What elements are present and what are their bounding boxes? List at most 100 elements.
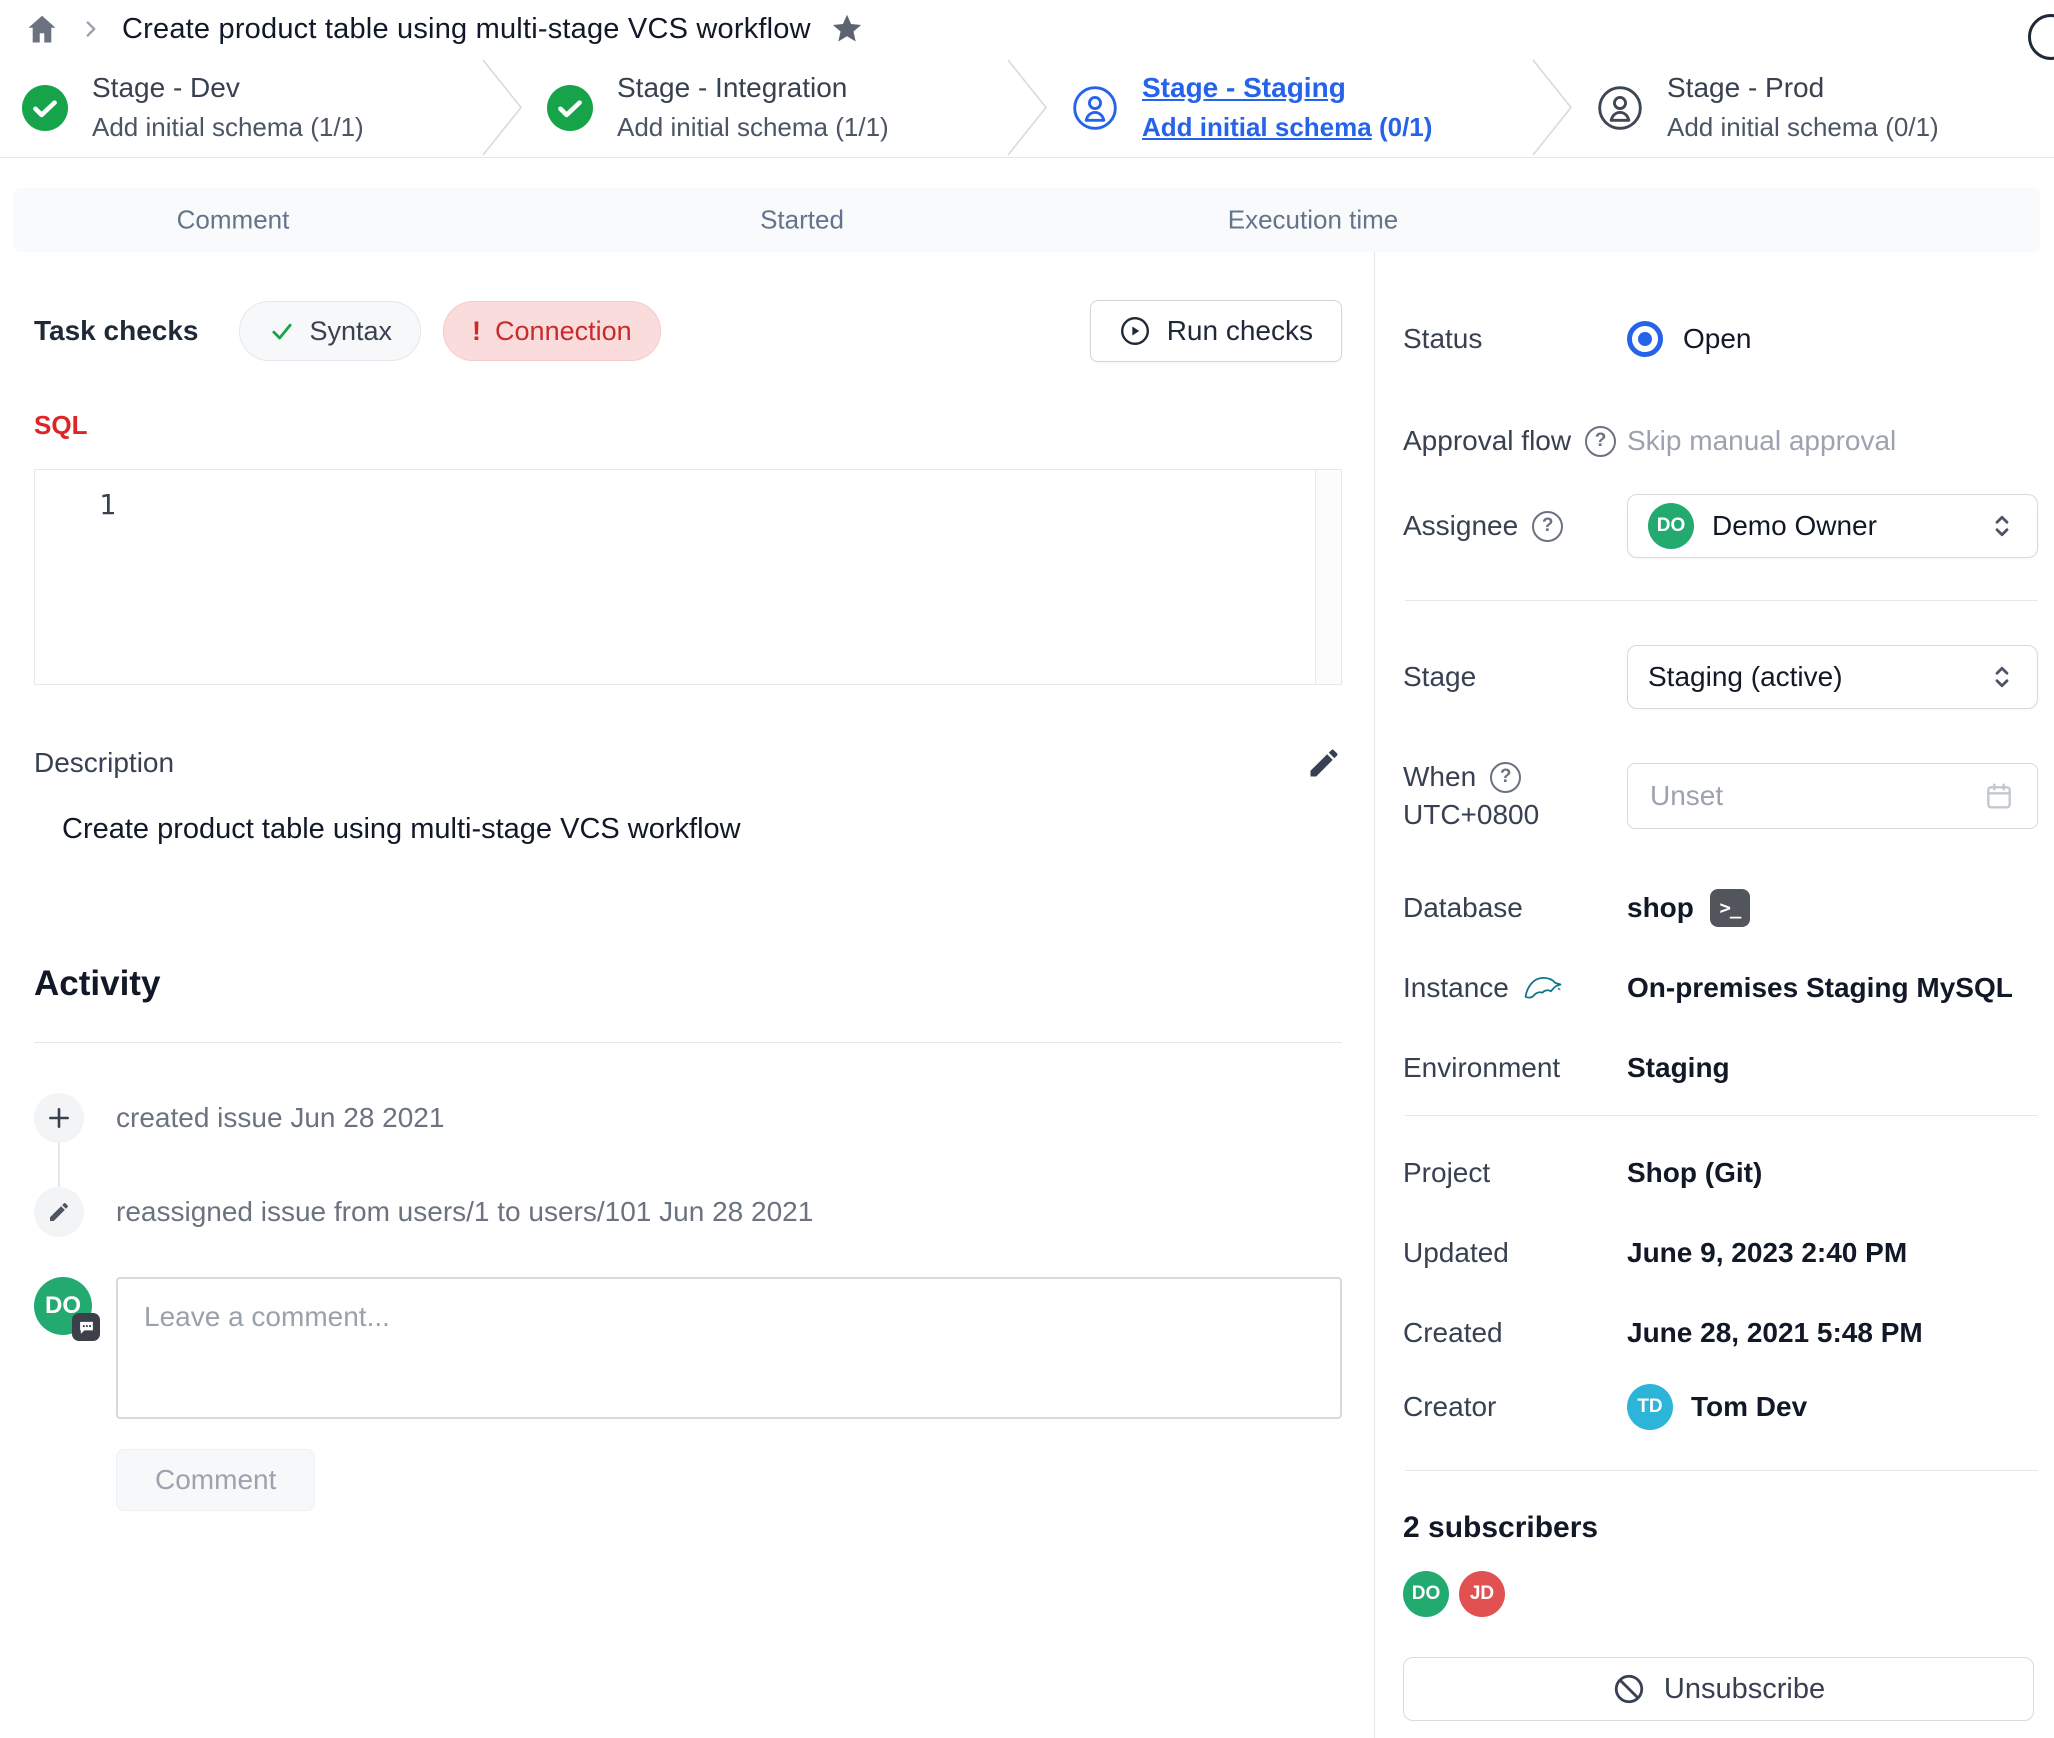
subscribers-avatars: DO JD	[1403, 1571, 2038, 1617]
avatar[interactable]: DO	[1403, 1571, 1449, 1617]
when-date-input[interactable]: Unset	[1627, 763, 2038, 829]
column-header-execution-time: Execution time	[1228, 205, 1399, 236]
comment-input[interactable]	[116, 1277, 1342, 1419]
updated-label: Updated	[1403, 1237, 1627, 1269]
project-label: Project	[1403, 1157, 1627, 1189]
creator-row: Creator TD Tom Dev	[1403, 1384, 2038, 1430]
assignee-value: Demo Owner	[1712, 510, 1969, 542]
stage-select[interactable]: Staging (active)	[1627, 645, 2038, 709]
database-label: Database	[1403, 892, 1627, 924]
star-icon[interactable]	[829, 11, 865, 47]
status-row: Status Open	[1403, 316, 2038, 362]
stage-task[interactable]: Add initial schema	[92, 112, 303, 142]
question-circle-icon[interactable]: ?	[1585, 426, 1616, 457]
when-row: When ? UTC+0800 Unset	[1403, 761, 2038, 831]
creator-value[interactable]: Tom Dev	[1691, 1391, 1807, 1423]
activity-heading: Activity	[34, 964, 1342, 1004]
exclamation-icon: !	[472, 316, 481, 347]
terminal-icon[interactable]: >_	[1710, 889, 1750, 927]
task-checks-label: Task checks	[34, 315, 199, 347]
avatar: TD	[1627, 1384, 1673, 1430]
check-icon	[268, 317, 296, 345]
description-label: Description	[34, 747, 174, 779]
database-row: Database shop >_	[1403, 885, 2038, 931]
comment-button[interactable]: Comment	[116, 1449, 315, 1511]
play-circle-icon	[1119, 315, 1151, 347]
stage-task[interactable]: Add initial schema	[1667, 112, 1878, 142]
when-label: When	[1403, 761, 1476, 793]
home-icon[interactable]	[24, 11, 60, 47]
run-checks-button[interactable]: Run checks	[1090, 300, 1342, 362]
stage-task-count: (0/1)	[1379, 112, 1432, 142]
user-circle-icon	[1072, 85, 1118, 131]
edit-pencil-icon[interactable]	[1306, 745, 1342, 781]
status-radio[interactable]	[1627, 321, 1663, 357]
question-circle-icon[interactable]: ?	[1532, 511, 1563, 542]
stage-task[interactable]: Add initial schema	[617, 112, 828, 142]
sql-editor[interactable]: 1	[34, 469, 1342, 685]
connection-check-label: Connection	[495, 316, 632, 347]
avatar[interactable]: JD	[1459, 1571, 1505, 1617]
stage-name: Stage - Integration	[617, 72, 889, 104]
help-circle-icon[interactable]	[2028, 14, 2054, 60]
status-label: Status	[1403, 323, 1627, 355]
pipeline-stage-dev[interactable]: Stage - Dev Add initial schema (1/1)	[0, 58, 479, 157]
issue-sidebar: Status Open Approval flow ? Skip manual …	[1375, 252, 2054, 1738]
avatar: DO	[34, 1277, 92, 1335]
description-text: Create product table using multi-stage V…	[34, 813, 1342, 846]
approval-flow-value: Skip manual approval	[1627, 425, 2038, 457]
pipeline-stage-prod[interactable]: Stage - Prod Add initial schema (0/1)	[1575, 58, 2054, 157]
unsubscribe-button[interactable]: Unsubscribe	[1403, 1657, 2034, 1721]
stage-task[interactable]: Add initial schema	[1142, 112, 1372, 142]
instance-label: Instance	[1403, 972, 1509, 1004]
activity-item: created issue Jun 28 2021	[34, 1093, 1342, 1143]
project-row: Project Shop (Git)	[1403, 1150, 2038, 1196]
pencil-icon	[34, 1187, 84, 1237]
assignee-select[interactable]: DO Demo Owner	[1627, 494, 2038, 558]
plus-icon	[34, 1093, 84, 1143]
when-timezone: UTC+0800	[1403, 799, 1539, 831]
stage-separator	[479, 58, 525, 157]
pipeline-stage-integration[interactable]: Stage - Integration Add initial schema (…	[525, 58, 1004, 157]
subscribers-heading: 2 subscribers	[1403, 1511, 2038, 1545]
question-circle-icon[interactable]: ?	[1490, 762, 1521, 793]
mysql-icon	[1523, 973, 1563, 1003]
issue-main-panel: Task checks Syntax ! Connection Run chec…	[0, 252, 1375, 1738]
stage-name: Stage - Dev	[92, 72, 364, 104]
updated-value: June 9, 2023 2:40 PM	[1627, 1237, 2038, 1269]
syntax-check-badge[interactable]: Syntax	[239, 301, 422, 361]
timeline-connector	[58, 1143, 60, 1187]
environment-value: Staging	[1627, 1052, 2038, 1084]
database-value[interactable]: shop	[1627, 892, 1694, 924]
project-value[interactable]: Shop (Git)	[1627, 1157, 2038, 1189]
syntax-check-label: Syntax	[310, 316, 393, 347]
assignee-row: Assignee ? DO Demo Owner	[1403, 494, 2038, 558]
approval-flow-row: Approval flow ? Skip manual approval	[1403, 418, 2038, 464]
activity-item: reassigned issue from users/1 to users/1…	[34, 1187, 1342, 1237]
column-header-started: Started	[760, 205, 844, 236]
check-circle-icon	[22, 85, 68, 131]
status-value: Open	[1683, 323, 1752, 355]
user-circle-icon	[1597, 85, 1643, 131]
activity-text: created issue Jun 28 2021	[116, 1102, 444, 1134]
instance-value[interactable]: On-premises Staging MySQL	[1627, 972, 2038, 1004]
comment-badge-icon	[72, 1313, 100, 1341]
pipeline-stage-staging[interactable]: Stage - Staging Add initial schema (0/1)	[1050, 58, 1529, 157]
top-bar: Create product table using multi-stage V…	[0, 0, 2054, 58]
created-row: Created June 28, 2021 5:48 PM	[1403, 1310, 2038, 1356]
chevron-up-down-icon	[1987, 511, 2017, 541]
column-header-comment: Comment	[177, 205, 290, 236]
stage-task-count: (0/1)	[1885, 112, 1938, 142]
calendar-icon	[1983, 780, 2015, 812]
stage-name[interactable]: Stage - Staging	[1142, 72, 1432, 104]
stage-task-count: (1/1)	[835, 112, 888, 142]
editor-scrollbar[interactable]	[1315, 470, 1341, 684]
environment-label: Environment	[1403, 1052, 1627, 1084]
page-title: Create product table using multi-stage V…	[122, 13, 811, 46]
creator-label: Creator	[1403, 1391, 1627, 1423]
activity-text: reassigned issue from users/1 to users/1…	[116, 1196, 813, 1228]
task-checks-row: Task checks Syntax ! Connection Run chec…	[34, 300, 1342, 362]
connection-check-badge[interactable]: ! Connection	[443, 301, 661, 361]
ban-icon	[1612, 1672, 1646, 1706]
editor-line-number: 1	[99, 488, 116, 521]
